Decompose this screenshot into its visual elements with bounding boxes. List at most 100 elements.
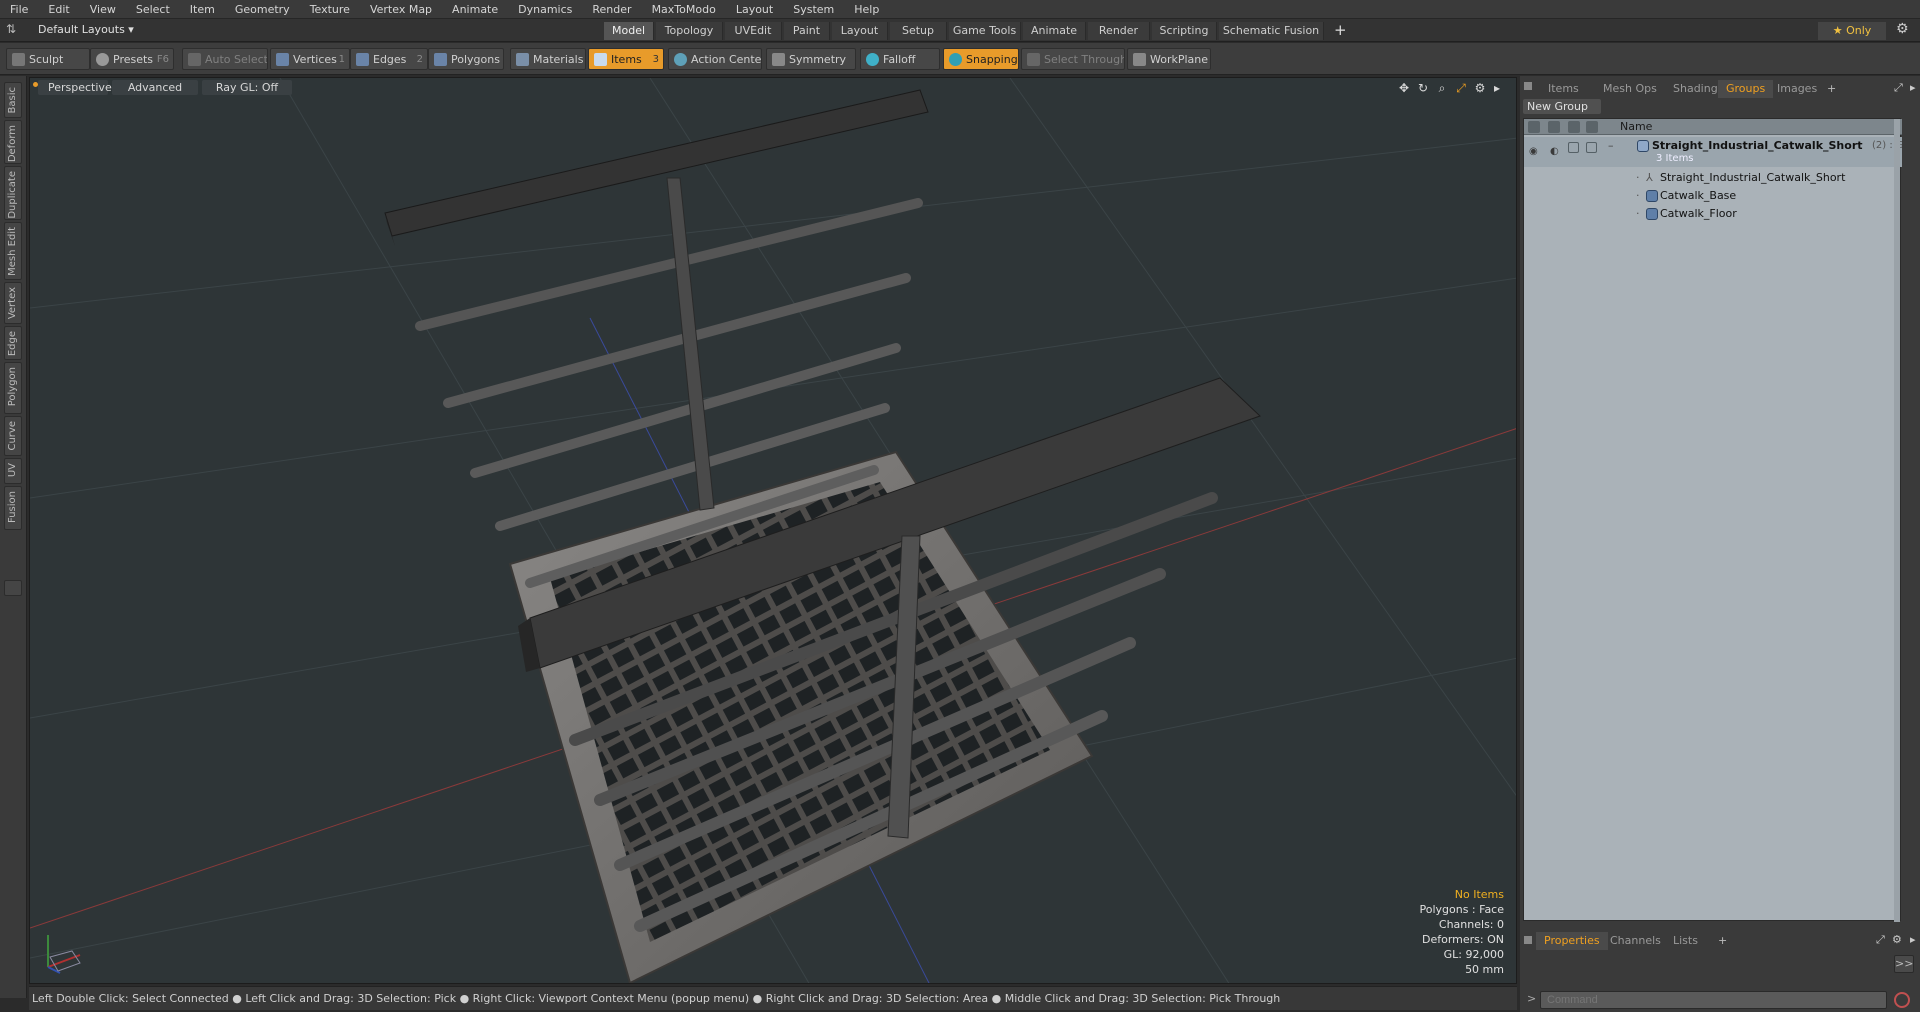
tab-render[interactable]: Render [1088,22,1150,40]
bottom-arrow-icon[interactable]: ▸ [1910,933,1916,946]
tab-basic[interactable]: Basic [4,82,22,118]
tab-duplicate[interactable]: Duplicate [4,166,22,220]
sculpt-button[interactable]: Sculpt [6,48,90,70]
add-tab-button[interactable]: + [1334,21,1347,39]
layout-toggle-icon[interactable]: ⇅ [6,22,16,36]
workplane-button[interactable]: WorkPlane [1127,48,1211,70]
menu-texture[interactable]: Texture [300,3,360,16]
panel-maximize-icon[interactable]: ⤢ [1894,81,1903,95]
tab-model[interactable]: Model [604,22,654,40]
add-panel-tab-button[interactable]: + [1819,80,1844,98]
menu-layout[interactable]: Layout [726,3,783,16]
gear-icon[interactable]: ⚙ [1896,21,1909,37]
menu-item[interactable]: Item [180,3,225,16]
tab-deform[interactable]: Deform [4,120,22,164]
tab-animate[interactable]: Animate [1023,22,1086,40]
action-center-button[interactable]: Action Center [668,48,762,70]
name-column-header[interactable]: Name [1620,120,1652,133]
menu-help[interactable]: Help [844,3,889,16]
tab-mesh-edit[interactable]: Mesh Edit [4,222,22,280]
tab-schematic-fusion[interactable]: Schematic Fusion [1219,22,1324,40]
viewport-expand-icon[interactable]: ▸ [1490,81,1504,95]
select-through-button[interactable]: Select Through [1021,48,1125,70]
layout-preset-dropdown[interactable]: Default Layouts ▾ [38,23,134,36]
tab-topology[interactable]: Topology [656,22,723,40]
auto-select-button[interactable]: Auto Select [182,48,268,70]
menu-edit[interactable]: Edit [38,3,79,16]
falloff-button[interactable]: Falloff [860,48,940,70]
render-column-icon[interactable] [1548,121,1560,133]
shading-mode-button[interactable]: Advanced [112,80,198,95]
vertices-button[interactable]: Vertices 1 [270,48,350,70]
menu-maxtomodo[interactable]: MaxToModo [642,3,726,16]
command-input[interactable] [1540,991,1887,1009]
expand-tabs-button[interactable] [4,580,22,596]
add-bottom-tab-button[interactable]: + [1710,932,1735,950]
rotate-icon[interactable]: ↻ [1416,81,1430,95]
menu-file[interactable]: File [0,3,38,16]
3d-viewport[interactable]: Perspective Advanced Ray GL: Off ✥ ↻ ⌕ ⤢… [29,77,1517,984]
bottom-settings-icon[interactable]: ⚙ [1892,933,1902,946]
symmetry-button[interactable]: Symmetry [766,48,856,70]
tab-mesh-ops[interactable]: Mesh Ops [1595,80,1665,98]
tab-images[interactable]: Images [1769,80,1825,98]
panel-menu-icon[interactable] [1524,82,1532,90]
tab-uvedit[interactable]: UVEdit [725,22,782,40]
tab-items[interactable]: Items [1540,80,1587,98]
menu-system[interactable]: System [783,3,844,16]
zoom-icon[interactable]: ⌕ [1435,81,1449,95]
list-item[interactable]: · Catwalk_Floor [1524,205,1902,223]
menu-geometry[interactable]: Geometry [225,3,300,16]
expand-properties-button[interactable]: >> [1894,955,1914,973]
panel-arrow-icon[interactable]: ▸ [1910,81,1916,94]
groups-scrollbar[interactable] [1894,119,1900,922]
only-toggle[interactable]: ★ Only [1818,22,1886,40]
tab-channels[interactable]: Channels [1602,932,1669,950]
presets-button[interactable]: Presets F6 [90,48,174,70]
select-checkbox[interactable] [1586,142,1597,153]
visibility-column-icon[interactable] [1528,121,1540,133]
tab-paint[interactable]: Paint [784,22,830,40]
tab-fusion[interactable]: Fusion [4,486,22,530]
menu-animate[interactable]: Animate [442,3,508,16]
list-item[interactable]: · Catwalk_Base [1524,187,1902,205]
render-toggle-icon[interactable]: ◐ [1550,143,1559,161]
fit-icon[interactable]: ⤢ [1454,81,1468,95]
raygl-button[interactable]: Ray GL: Off [202,80,292,95]
materials-button[interactable]: Materials [510,48,586,70]
tab-lists[interactable]: Lists [1665,932,1706,950]
view-mode-button[interactable]: Perspective [38,80,112,95]
tab-properties[interactable]: Properties [1536,932,1608,950]
tab-scripting[interactable]: Scripting [1152,22,1217,40]
tab-uv[interactable]: UV [4,458,22,484]
lock-column-icon[interactable] [1568,121,1580,133]
tab-shading[interactable]: Shading [1665,80,1726,98]
tab-edge[interactable]: Edge [4,326,22,360]
tab-layout[interactable]: Layout [832,22,888,40]
collapse-icon[interactable]: – [1608,137,1614,155]
lock-checkbox[interactable] [1568,142,1579,153]
menu-render[interactable]: Render [582,3,641,16]
menu-dynamics[interactable]: Dynamics [508,3,582,16]
tab-polygon[interactable]: Polygon [4,362,22,414]
bottom-panel-menu-icon[interactable] [1524,936,1532,944]
snapping-button[interactable]: Snapping [943,48,1019,70]
tab-setup[interactable]: Setup [890,22,947,40]
group-row[interactable]: ◉ ◐ – Straight_Industrial_Catwalk_Short … [1524,137,1902,167]
tab-curve[interactable]: Curve [4,416,22,456]
list-item[interactable]: · ⅄ Straight_Industrial_Catwalk_Short [1524,169,1902,187]
select-column-icon[interactable] [1586,121,1598,133]
pan-icon[interactable]: ✥ [1397,81,1411,95]
bottom-maximize-icon[interactable]: ⤢ [1876,933,1885,947]
tab-groups[interactable]: Groups [1718,80,1774,98]
menu-vertex-map[interactable]: Vertex Map [360,3,442,16]
eye-icon[interactable]: ◉ [1529,143,1538,161]
tab-vertex[interactable]: Vertex [4,282,22,324]
polygons-button[interactable]: Polygons [428,48,504,70]
viewport-settings-icon[interactable]: ⚙ [1473,81,1487,95]
menu-view[interactable]: View [80,3,126,16]
edges-button[interactable]: Edges 2 [350,48,428,70]
new-group-button[interactable]: New Group [1523,99,1601,114]
tab-game-tools[interactable]: Game Tools [949,22,1021,40]
menu-select[interactable]: Select [126,3,180,16]
